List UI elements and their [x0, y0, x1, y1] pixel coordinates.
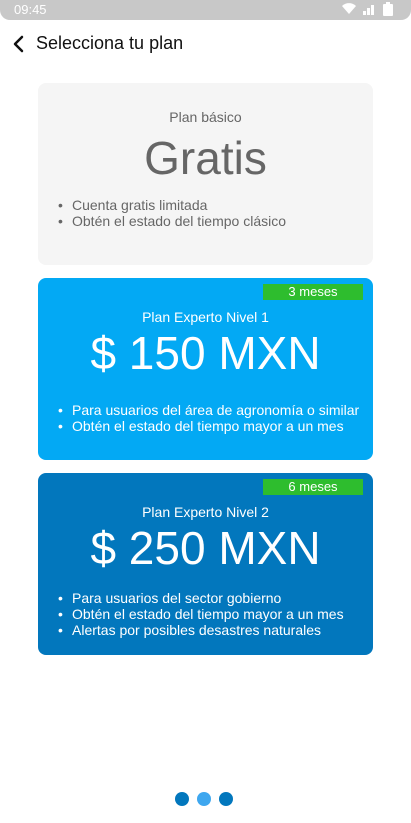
plan-card-expert-level-1[interactable]: 3 meses Plan Experto Nivel 1 $ 150 MXN P…	[38, 278, 373, 460]
status-time: 09:45	[14, 2, 47, 17]
feature-item: Obtén el estado del tiempo mayor a un me…	[58, 418, 359, 434]
wifi-icon	[342, 3, 356, 15]
app-bar: Selecciona tu plan	[0, 28, 411, 62]
page-dot[interactable]	[219, 792, 233, 806]
plan-features: Para usuarios del área de agronomía o si…	[58, 402, 359, 434]
feature-item: Para usuarios del sector gobierno	[58, 590, 344, 606]
back-button[interactable]	[6, 30, 34, 58]
plan-name: Plan básico	[169, 109, 242, 125]
feature-item: Obtén el estado del tiempo clásico	[58, 213, 286, 229]
status-icons	[341, 2, 393, 16]
plan-price: $ 150 MXN	[90, 327, 321, 379]
plan-price: Gratis	[144, 132, 267, 184]
feature-item: Alertas por posibles desastres naturales	[58, 622, 344, 638]
page-dot-active[interactable]	[197, 792, 211, 806]
plan-name: Plan Experto Nivel 1	[142, 309, 269, 325]
duration-badge: 3 meses	[263, 284, 363, 300]
back-arrow-icon	[13, 35, 24, 53]
feature-item: Cuenta gratis limitada	[58, 197, 286, 213]
signal-icon	[363, 5, 374, 15]
status-bar: 09:45	[0, 0, 411, 20]
duration-badge: 6 meses	[263, 479, 363, 495]
plan-price: $ 250 MXN	[90, 522, 321, 574]
plan-name: Plan Experto Nivel 2	[142, 504, 269, 520]
page-title: Selecciona tu plan	[36, 33, 184, 53]
feature-item: Obtén el estado del tiempo mayor a un me…	[58, 606, 344, 622]
plan-card-expert-level-2[interactable]: 6 meses Plan Experto Nivel 2 $ 250 MXN P…	[38, 473, 373, 655]
page-dot[interactable]	[175, 792, 189, 806]
feature-item: Para usuarios del área de agronomía o si…	[58, 402, 359, 418]
plan-features: Cuenta gratis limitada Obtén el estado d…	[58, 197, 286, 229]
plan-features: Para usuarios del sector gobierno Obtén …	[58, 590, 344, 638]
page-indicator	[175, 792, 233, 806]
battery-icon	[383, 2, 393, 16]
plan-card-basic[interactable]: Plan básico Gratis Cuenta gratis limitad…	[38, 83, 373, 265]
